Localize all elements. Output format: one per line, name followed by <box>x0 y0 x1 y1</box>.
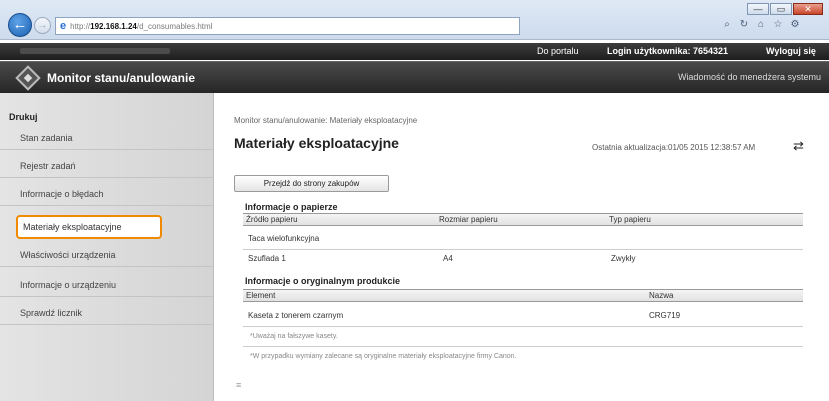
sidebar-item-job-status[interactable]: Stan zadania <box>0 126 213 150</box>
table-row: Szuflada 1 A4 Zwykły <box>243 253 803 269</box>
page-title: Materiały eksploatacyjne <box>234 135 399 151</box>
table-cell: A4 <box>443 254 453 263</box>
footnote-genuine-supplies: *W przypadku wymiany zalecane są orygina… <box>250 353 517 360</box>
last-update-timestamp: Ostatnia aktualizacja:01/05 2015 12:38:5… <box>592 143 756 152</box>
message-admin-link[interactable]: Wiadomość do menedżera systemu <box>678 72 821 82</box>
sidebar: Drukuj Stan zadania Rejestr zadań Inform… <box>0 93 214 401</box>
table-row: Kaseta z tonerem czarnym CRG719 <box>243 310 803 326</box>
sidebar-item-device-features[interactable]: Właściwości urządzenia <box>0 243 213 267</box>
window-controls: — ▭ ✕ <box>747 3 823 15</box>
back-arrow-icon[interactable]: ← <box>8 13 32 37</box>
minimize-button[interactable]: — <box>747 3 769 15</box>
sidebar-item-job-log[interactable]: Rejestr zadań <box>0 154 213 178</box>
browser-tool-icons: ⌕ ↻ ⌂ ☆ ⚙ <box>722 19 800 30</box>
forward-arrow-icon[interactable]: → <box>34 17 51 34</box>
page-header: Monitor stanu/anulowanie Wiadomość do me… <box>0 61 829 93</box>
refresh-browser-icon[interactable]: ↻ <box>739 19 749 30</box>
products-table-header: Element Nazwa <box>243 289 803 302</box>
column-header: Nazwa <box>649 291 674 300</box>
scroll-to-top-icon[interactable]: ≡ <box>236 380 241 390</box>
column-header: Element <box>246 291 276 300</box>
home-icon[interactable]: ⌂ <box>756 19 766 30</box>
sidebar-item-consumables[interactable]: Materiały eksploatacyjne <box>16 215 162 239</box>
table-row: Taca wielofunkcyjna <box>243 233 803 249</box>
close-button[interactable]: ✕ <box>793 3 823 15</box>
table-cell: CRG719 <box>649 311 681 320</box>
paper-table-header: Źródło papieru Rozmiar papieru Typ papie… <box>243 213 803 226</box>
sidebar-item-error-info[interactable]: Informacje o błędach <box>0 182 213 206</box>
original-products-title: Informacje o oryginalnym produkcie <box>245 276 401 286</box>
browser-page-icon: e <box>60 20 67 32</box>
favorites-star-icon[interactable]: ☆ <box>773 19 783 30</box>
row-divider <box>243 346 803 347</box>
address-bar[interactable]: e http://192.168.1.24/d_consumables.html <box>55 17 520 35</box>
refresh-icon[interactable]: ⇄ <box>793 138 804 154</box>
top-user-bar: Do portalu Login użytkownika: 7654321 Wy… <box>0 43 829 60</box>
paper-info-title: Informacje o papierze <box>245 202 338 212</box>
row-divider <box>243 249 803 250</box>
table-cell: Taca wielofunkcyjna <box>248 234 320 243</box>
browser-toolbar: — ▭ ✕ ← → e http://192.168.1.24/d_consum… <box>0 0 829 40</box>
column-header: Źródło papieru <box>246 215 298 224</box>
table-cell: Kaseta z tonerem czarnym <box>248 311 344 320</box>
gear-icon[interactable]: ⚙ <box>790 19 800 30</box>
search-icon[interactable]: ⌕ <box>722 19 732 30</box>
url-text: http://192.168.1.24/d_consumables.html <box>70 21 213 31</box>
logout-link[interactable]: Wyloguj się <box>766 46 816 56</box>
column-header: Rozmiar papieru <box>439 215 498 224</box>
sidebar-item-device-info[interactable]: Informacje o urządzeniu <box>0 273 213 297</box>
footnote-counterfeit: *Uważaj na fałszywe kasety. <box>250 333 338 340</box>
row-divider <box>243 326 803 327</box>
maximize-button[interactable]: ▭ <box>770 3 792 15</box>
breadcrumb: Monitor stanu/anulowanie: Materiały eksp… <box>234 116 418 125</box>
blurred-device-name <box>20 48 170 54</box>
table-cell: Zwykły <box>611 254 636 263</box>
sidebar-item-check-counter[interactable]: Sprawdź licznik <box>0 301 213 325</box>
header-title: Monitor stanu/anulowanie <box>47 71 196 85</box>
portal-link[interactable]: Do portalu <box>537 46 579 56</box>
table-cell: Szuflada 1 <box>248 254 286 263</box>
login-user-label: Login użytkownika: 7654321 <box>607 46 729 56</box>
column-header: Typ papieru <box>609 215 651 224</box>
go-to-purchase-page-button[interactable]: Przejdź do strony zakupów <box>234 175 389 192</box>
sidebar-section-print: Drukuj <box>9 112 38 122</box>
status-monitor-logo-icon <box>15 65 41 91</box>
